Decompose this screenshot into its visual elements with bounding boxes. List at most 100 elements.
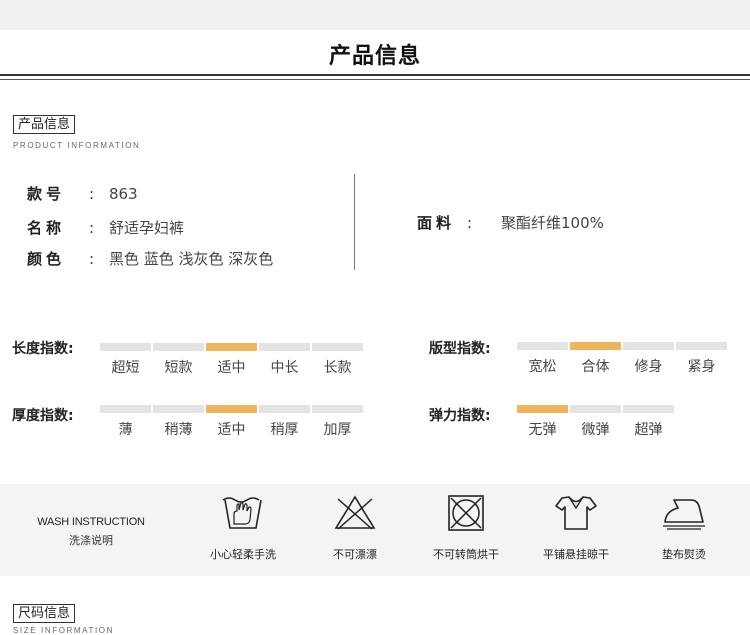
scale-option-label: 稍薄: [164, 422, 193, 438]
title-rule-thin: [0, 79, 750, 80]
scale-bar: [623, 342, 674, 350]
scale-option: 修身: [623, 342, 674, 376]
scale-option: 稍厚: [259, 405, 310, 439]
scale-bar: [153, 343, 204, 351]
scale-option-label: 适中: [217, 422, 246, 438]
info-divider: [354, 174, 355, 270]
info-key-name: 名称: [27, 219, 66, 237]
page-title: 产品信息: [328, 44, 421, 69]
scale-option: 薄: [100, 405, 151, 439]
wash-item-iron: 垫布熨烫: [634, 494, 734, 562]
scale-bar-selected: [206, 343, 257, 351]
scale-option-label: 无弹: [528, 422, 557, 438]
section-label-product: 产品信息: [13, 115, 76, 134]
info-row-name: 名称: 舒适孕妇裤: [27, 219, 184, 237]
no-tumble-dry-icon: [448, 495, 484, 531]
info-row-fabric: 面料: 聚酯纤维100%: [417, 214, 604, 232]
scale-option-label: 适中: [217, 360, 246, 376]
scale-option-label: 修身: [634, 359, 663, 375]
scale-bar: [312, 343, 363, 351]
scale-option: 宽松: [517, 342, 568, 376]
hand-wash-icon: [222, 497, 262, 529]
scale-bar: [570, 405, 621, 413]
section-label-size: 尺码信息: [13, 604, 76, 623]
wash-item-hand-wash: 小心轻柔手洗: [193, 494, 293, 562]
scale-option-label: 微弹: [581, 422, 610, 438]
iron-with-cloth-icon: [663, 499, 705, 530]
info-key-model: 款号: [27, 185, 66, 203]
wash-item-no-tumble-dry: 不可转筒烘干: [416, 494, 516, 562]
scale-option-label: 长款: [323, 360, 352, 376]
length-scale: 超短 短款 适中 中长 长款: [100, 343, 365, 377]
scale-option-label: 宽松: [528, 359, 557, 375]
scale-option-label: 加厚: [323, 422, 352, 438]
info-row-color: 颜色: 黑色 蓝色 浅灰色 深灰色: [27, 250, 273, 268]
scale-option-label: 中长: [270, 360, 299, 376]
scale-option: 无弹: [517, 405, 568, 439]
info-value-fabric: 聚酯纤维100%: [501, 214, 604, 232]
section-subtitle-size: SIZE INFORMATION: [13, 626, 115, 635]
info-key-fabric: 面料: [417, 214, 456, 232]
title-rule-thick: [0, 74, 750, 76]
scale-option-label: 合体: [581, 359, 610, 375]
wash-label: 垫布熨烫: [662, 548, 706, 561]
scale-title-fit: 版型指数:: [429, 341, 491, 357]
info-key-color: 颜色: [27, 250, 66, 268]
thickness-scale: 薄 稍薄 适中 稍厚 加厚: [100, 405, 365, 439]
scale-bar: [259, 343, 310, 351]
scale-option: 紧身: [676, 342, 727, 376]
scale-bar: [517, 342, 568, 350]
info-row-model: 款号:863: [27, 185, 138, 203]
scale-option-label: 薄: [118, 422, 133, 438]
scale-bar: [259, 405, 310, 413]
info-colon: :: [89, 185, 95, 203]
flat-dry-icon: [555, 496, 597, 530]
wash-label: 不可漂漂: [333, 548, 377, 561]
no-bleach-icon: [334, 495, 376, 530]
scale-title-elasticity: 弹力指数:: [429, 408, 491, 424]
info-colon: :: [89, 219, 95, 237]
scale-bar: [153, 405, 204, 413]
wash-item-no-bleach: 不可漂漂: [305, 494, 405, 562]
scale-option-label: 短款: [164, 360, 193, 376]
wash-label: 小心轻柔手洗: [210, 548, 276, 561]
info-colon: :: [467, 214, 473, 232]
section-subtitle-product: PRODUCT INFORMATION: [13, 141, 141, 150]
scale-option: 微弹: [570, 405, 621, 439]
scale-option: 超短: [100, 343, 151, 377]
fit-scale: 宽松 合体 修身 紧身: [517, 342, 729, 376]
wash-item-flat-dry: 平铺悬挂晾干: [526, 494, 626, 562]
wash-title-en: WASH INSTRUCTION: [37, 516, 145, 528]
scale-option: 加厚: [312, 405, 363, 439]
elasticity-scale: 无弹 微弹 超弹: [517, 405, 676, 439]
info-value-color: 黑色 蓝色 浅灰色 深灰色: [109, 250, 274, 268]
scale-option-label: 稍厚: [270, 422, 299, 438]
scale-option: 适中: [206, 405, 257, 439]
scale-bar: [623, 405, 674, 413]
scale-bar: [100, 405, 151, 413]
scale-title-thickness: 厚度指数:: [12, 408, 74, 424]
wash-label: 不可转筒烘干: [433, 548, 499, 561]
wash-title-cn: 洗涤说明: [69, 534, 113, 547]
scale-title-length: 长度指数:: [12, 341, 74, 357]
scale-bar: [100, 343, 151, 351]
scale-bar: [312, 405, 363, 413]
scale-option: 中长: [259, 343, 310, 377]
top-band: [0, 0, 750, 30]
scale-option: 稍薄: [153, 405, 204, 439]
scale-option: 合体: [570, 342, 621, 376]
scale-bar-selected: [517, 405, 568, 413]
scale-option: 短款: [153, 343, 204, 377]
wash-label: 平铺悬挂晾干: [543, 548, 609, 561]
scale-option: 长款: [312, 343, 363, 377]
scale-option-label: 紧身: [687, 359, 716, 375]
scale-bar: [676, 342, 727, 350]
scale-bar-selected: [206, 405, 257, 413]
scale-option: 适中: [206, 343, 257, 377]
scale-option-label: 超弹: [634, 422, 663, 438]
scale-option: 超弹: [623, 405, 674, 439]
scale-bar-selected: [570, 342, 621, 350]
scale-option-label: 超短: [111, 360, 140, 376]
info-colon: :: [89, 250, 95, 268]
info-value-model: 863: [109, 185, 138, 203]
